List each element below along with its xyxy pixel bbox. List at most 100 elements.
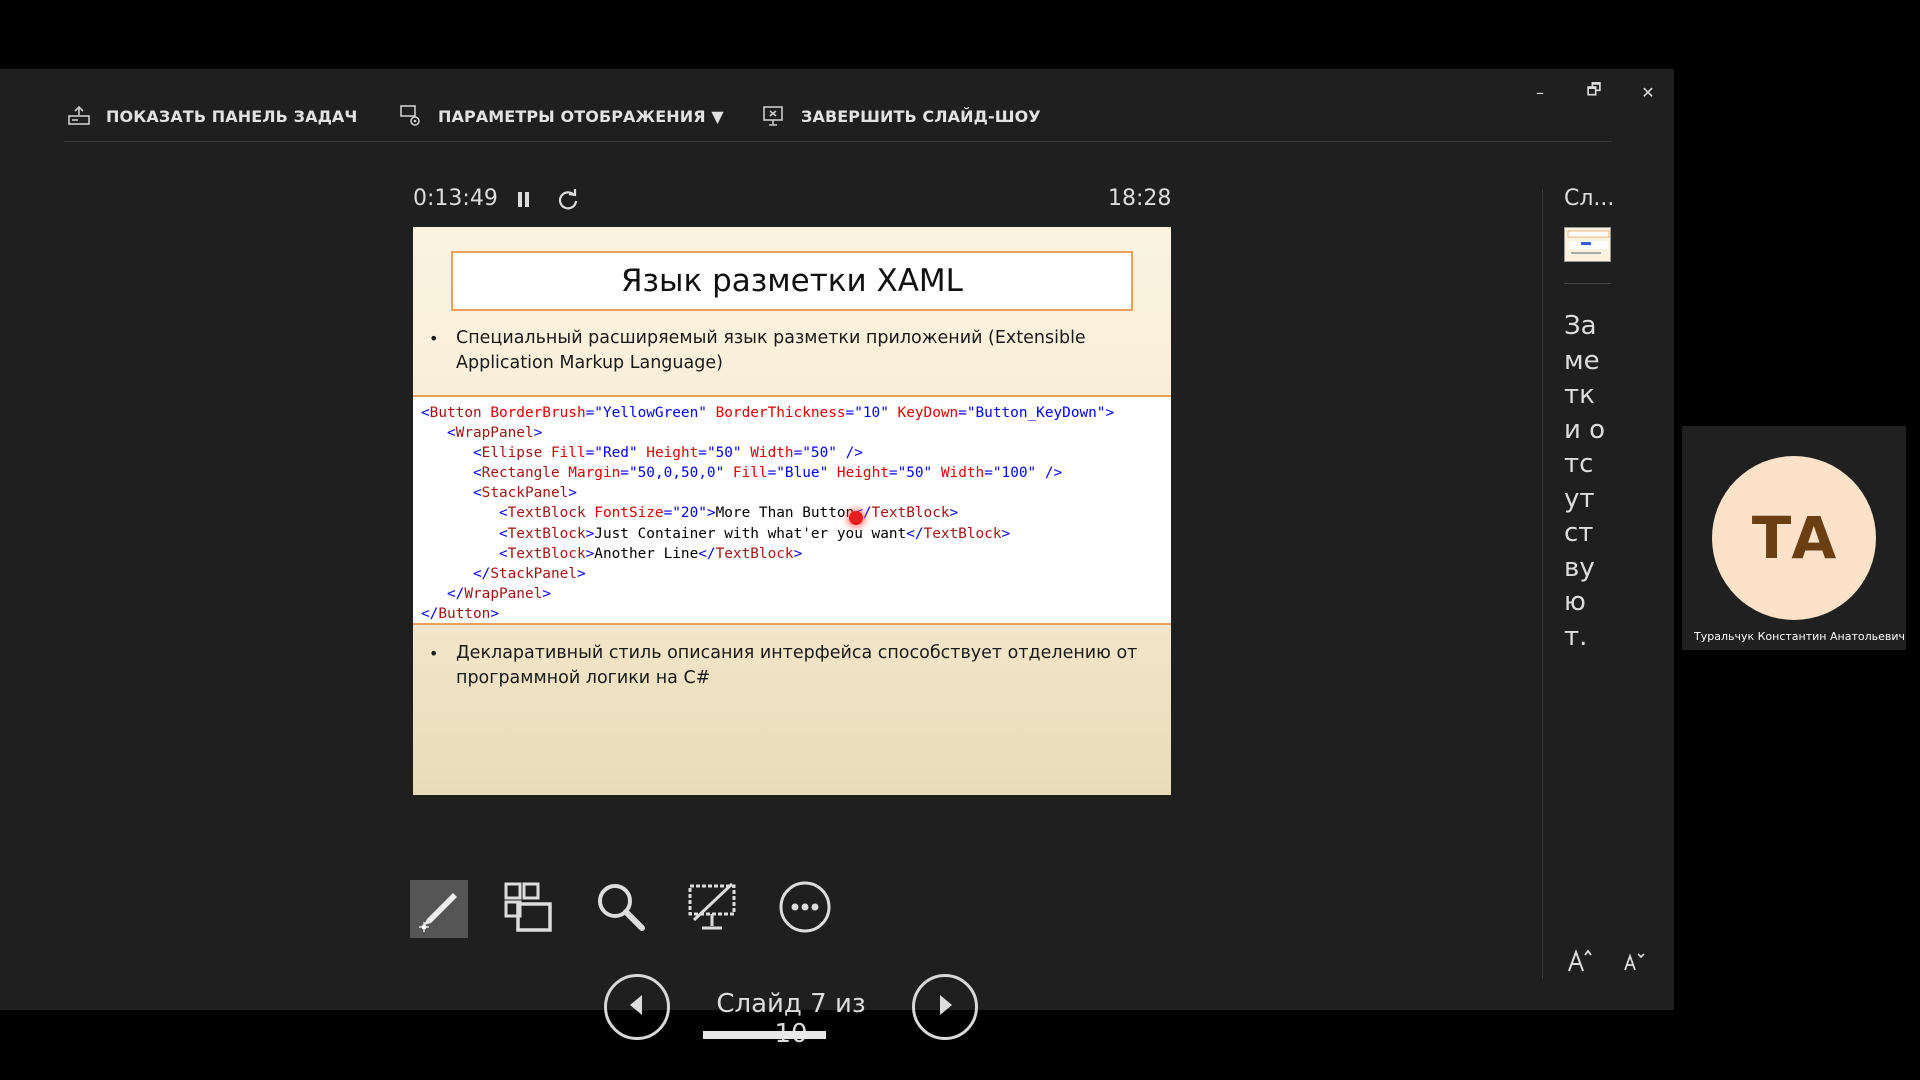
decrease-font-button[interactable] [1616,945,1652,981]
pen-tool-button[interactable] [410,880,468,938]
next-slide-thumbnail[interactable] [1564,227,1611,262]
previous-slide-button[interactable] [604,974,670,1040]
close-button[interactable]: ✕ [1628,77,1668,107]
increase-font-button[interactable] [1562,945,1598,981]
code-token: < [421,525,508,542]
bullet-1-line-1: Специальный расширяемый язык разметки пр… [456,328,1086,348]
more-options-button[interactable] [776,880,834,938]
show-taskbar-button[interactable]: ПОКАЗАТЬ ПАНЕЛЬ ЗАДАЧ [66,101,357,131]
code-token: </ [421,605,439,622]
code-token: </ [421,585,465,602]
presenter-view: – 🗗 ✕ ПОКАЗАТЬ ПАНЕЛЬ ЗАДАЧ ПАРАМЕТРЫ ОТ… [0,69,1674,1049]
code-token: < [421,505,508,522]
font-decrease-icon [1621,948,1647,978]
zoom-button[interactable] [592,880,650,938]
code-token: > [1001,525,1011,542]
end-show-button[interactable]: ЗАВЕРШИТЬ СЛАЙД-ШОУ [761,101,1041,131]
code-token: ="50" [888,465,933,482]
end-show-icon [761,103,787,129]
bullet-dot: • [429,329,439,348]
code-token: Just Container with what'er you want [594,525,907,542]
code-token: TextBlock [871,505,950,522]
code-token: </ [906,525,924,542]
slide-title: Язык разметки XAML [621,263,963,299]
code-token: KeyDown [888,405,959,421]
code-token: < [421,465,482,482]
bullet-dot: • [429,644,439,663]
code-token: > [568,485,577,502]
slide-bullet-1: • Специальный расширяемый язык разметки … [429,326,1149,376]
code-line: <Ellipse Fill="Red" Height="50" Width="5… [421,443,1171,463]
code-token: TextBlock [715,545,794,562]
code-token: ="50" [698,445,742,462]
restore-button[interactable]: 🗗 [1574,77,1614,107]
pause-icon[interactable] [513,188,535,212]
restart-icon[interactable] [555,187,581,213]
black-screen-button[interactable] [684,880,742,938]
pane-divider[interactable] [1542,189,1543,979]
end-show-label: ЗАВЕРШИТЬ СЛАЙД-ШОУ [801,106,1041,126]
code-token: Button [429,405,482,421]
code-token: ="Button_KeyDown"> [958,405,1115,421]
code-token: Height [828,465,889,482]
pen-icon [413,881,465,937]
code-token: < [421,485,482,502]
code-token: > [533,425,543,442]
more-icon [778,880,832,938]
taskbar-icon [66,103,92,129]
next-slide-button[interactable] [912,974,978,1040]
display-settings-button[interactable]: ПАРАМЕТРЫ ОТОБРАЖЕНИЯ ▼ [398,101,724,131]
code-token: /> [1036,465,1063,482]
code-line: <TextBlock>Another Line</TextBlock> [421,544,1171,564]
code-token: < [421,425,456,442]
code-token: ="100" [984,465,1037,482]
font-increase-icon [1566,947,1594,979]
code-token: > [949,505,959,522]
code-line: <TextBlock>Just Container with what'er y… [421,524,1171,544]
code-token: StackPanel [481,485,569,502]
code-token: < [421,445,482,462]
code-token: FontSize [585,505,664,522]
avatar: ТА [1712,456,1876,620]
code-line: </WrapPanel> [421,584,1171,604]
slide-counter: Слайд 7 из 10 [716,989,866,1049]
participant-name: Туральчук Константин Анатольевич [1694,630,1905,643]
see-all-slides-button[interactable] [500,880,558,938]
code-token: Ellipse [481,445,543,462]
code-sample: <Button BorderBrush="YellowGreen" Border… [413,395,1171,625]
current-slide[interactable]: Язык разметки XAML • Специальный расширя… [413,227,1171,795]
screen-toggle-icon [686,880,740,938]
code-token: Button [438,605,491,622]
code-token: > [793,545,803,562]
slide-progress-fill [703,1031,827,1039]
slide-progress-bar [703,1031,879,1039]
code-token: BorderBrush [481,405,586,421]
show-taskbar-label: ПОКАЗАТЬ ПАНЕЛЬ ЗАДАЧ [106,106,358,126]
slide-bullet-2: • Декларативный стиль описания интерфейс… [429,641,1149,691]
bullet-2-line-2: программной логики на C# [456,668,711,688]
code-token: TextBlock [507,545,586,562]
code-token: ="10" [845,405,889,421]
next-slide-label: Сл... [1564,186,1615,211]
code-token: BorderThickness [706,405,846,421]
code-line: </Button> [421,604,1171,624]
participant-tile[interactable]: ТА Туральчук Константин Анатольевич [1682,426,1906,650]
code-token: ="50" [793,445,837,462]
code-token: > [585,525,595,542]
code-token: TextBlock [923,525,1002,542]
toolbar-divider [64,141,1612,142]
code-token: ="20"> [663,505,716,522]
code-line: <WrapPanel> [421,423,1171,443]
laser-pointer [849,511,863,525]
code-line: <StackPanel> [421,483,1171,503]
code-token: > [542,585,551,602]
code-token: </ [421,565,491,582]
next-slide-divider [1564,283,1611,284]
minimize-button[interactable]: – [1520,77,1560,107]
code-token: WrapPanel [455,425,534,442]
next-icon [932,992,958,1022]
slide-title-box: Язык разметки XAML [451,251,1133,311]
code-token: Margin [559,465,621,482]
code-token: > [490,605,499,622]
code-token: Width [741,445,794,462]
